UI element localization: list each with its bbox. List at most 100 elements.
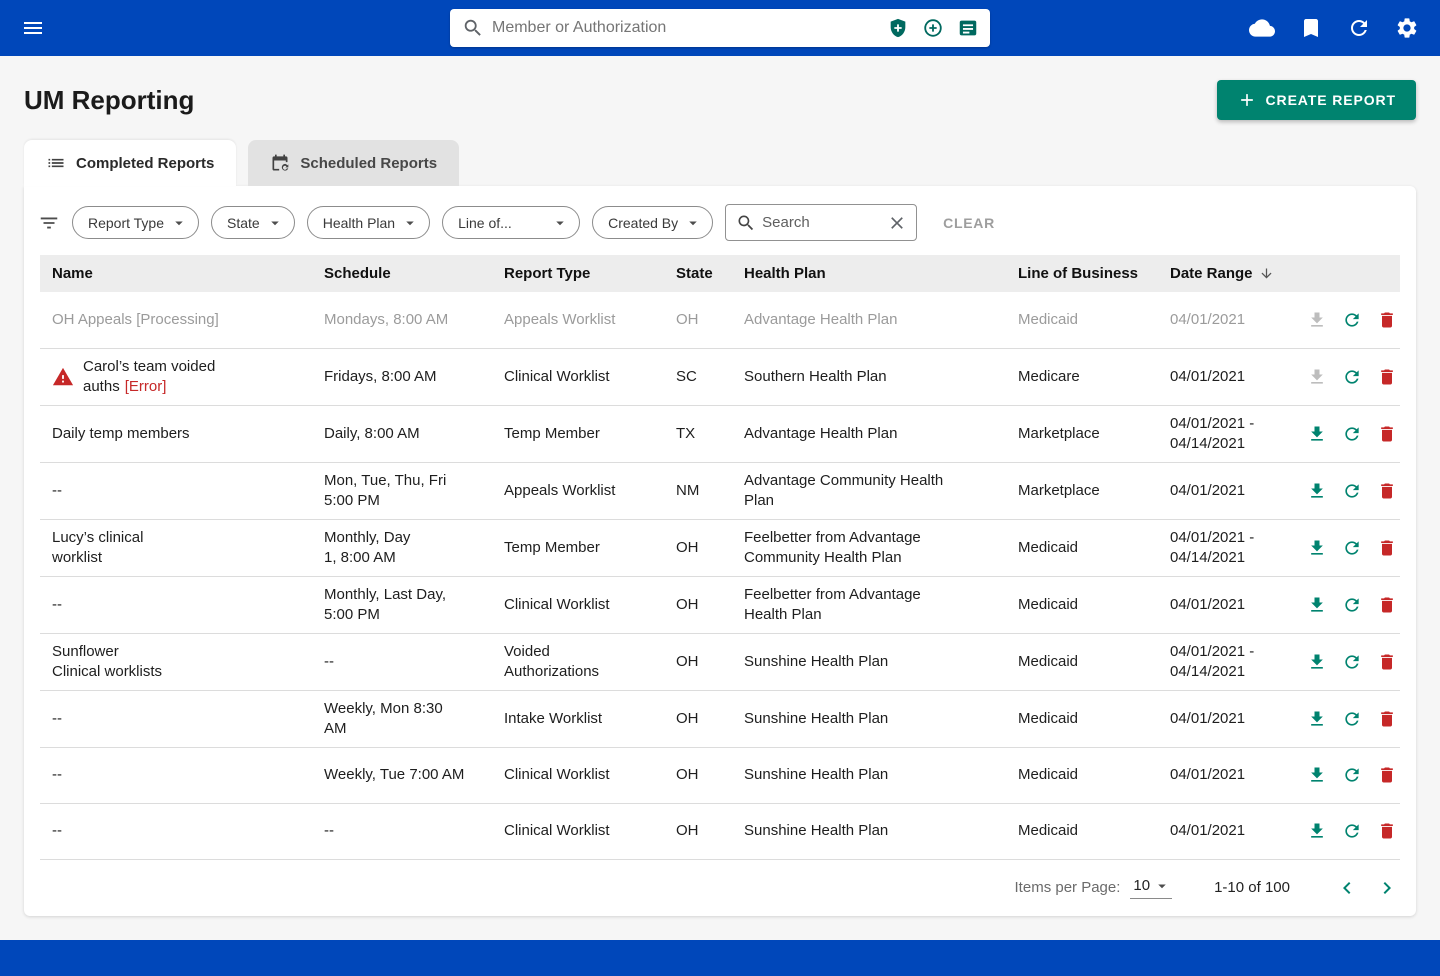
create-report-button[interactable]: CREATE REPORT <box>1216 80 1416 120</box>
topbar-actions <box>1246 12 1422 44</box>
report-state: OH <box>676 822 699 839</box>
download-report-button[interactable] <box>1304 649 1330 675</box>
report-state: NM <box>676 481 700 499</box>
report-health-plan: Sunshine Health Plan <box>744 822 889 839</box>
header-health-plan: Health Plan <box>732 255 1006 292</box>
search-icon <box>462 17 484 39</box>
delete-report-button[interactable] <box>1374 478 1400 504</box>
authorization-card-icon[interactable] <box>954 14 982 42</box>
report-health-plan: Sunshine Health Plan <box>744 652 889 670</box>
clear-filters-button[interactable]: CLEAR <box>943 215 995 231</box>
report-health-plan: Sunshine Health Plan <box>744 709 889 727</box>
report-line-of-business: Medicaid <box>1018 652 1079 670</box>
report-name: -- <box>52 822 62 839</box>
clear-search-icon[interactable] <box>884 210 910 236</box>
delete-report-button[interactable] <box>1374 307 1400 333</box>
download-report-button[interactable] <box>1304 818 1330 844</box>
table-header-row: Name Schedule Report Type State Health P… <box>40 255 1400 292</box>
rerun-report-button[interactable] <box>1339 421 1365 447</box>
rerun-report-button[interactable] <box>1339 535 1365 561</box>
add-member-shield-icon[interactable] <box>884 14 912 42</box>
download-report-button[interactable] <box>1304 592 1330 618</box>
report-type: Clinical Worklist <box>504 822 610 839</box>
delete-report-button[interactable] <box>1374 535 1400 561</box>
page-range-label: 1-10 of 100 <box>1214 879 1290 896</box>
report-name: -- <box>52 709 62 727</box>
report-date-range: 04/01/2021 <box>1170 709 1246 727</box>
report-type: Clinical Worklist <box>504 367 610 385</box>
header-line-of-business: Line of Business <box>1006 255 1158 292</box>
download-report-button[interactable] <box>1304 706 1330 732</box>
delete-report-button[interactable] <box>1374 706 1400 732</box>
header-report-type: Report Type <box>492 255 664 292</box>
settings-gear-icon[interactable] <box>1392 13 1422 43</box>
tab-completed-reports[interactable]: Completed Reports <box>24 140 237 186</box>
bookmark-icon[interactable] <box>1296 13 1326 43</box>
table-row: -- Weekly, Tue 7:00 AM Clinical Worklist… <box>40 747 1400 804</box>
report-type: Temp Member <box>504 538 600 556</box>
previous-page-button[interactable] <box>1332 873 1362 903</box>
report-state: OH <box>676 652 699 670</box>
rerun-report-button[interactable] <box>1339 592 1365 618</box>
rerun-report-button[interactable] <box>1339 364 1365 390</box>
filter-report-type[interactable]: Report Type <box>72 206 200 239</box>
menu-icon[interactable] <box>18 13 48 43</box>
filter-created-by[interactable]: Created By <box>592 206 714 239</box>
report-date-range: 04/01/2021 <box>1170 766 1246 783</box>
delete-report-button[interactable] <box>1374 364 1400 390</box>
medical-badge-icon[interactable] <box>919 14 947 42</box>
main-content: UM Reporting CREATE REPORT Completed Rep… <box>0 56 1440 940</box>
items-per-page-select[interactable]: 10 <box>1130 877 1173 899</box>
delete-report-button[interactable] <box>1374 421 1400 447</box>
cloud-icon[interactable] <box>1246 12 1278 44</box>
report-date-range: 04/01/2021 - 04/14/2021 <box>1170 528 1255 566</box>
next-page-button[interactable] <box>1372 873 1402 903</box>
rerun-report-button[interactable] <box>1339 818 1365 844</box>
rerun-report-button[interactable] <box>1339 762 1365 788</box>
table-row: -- Weekly, Mon 8:30 AM Intake Worklist O… <box>40 690 1400 748</box>
report-type: Clinical Worklist <box>504 766 610 783</box>
table-search-input[interactable] <box>762 214 879 231</box>
report-state: OH <box>676 595 699 613</box>
filter-health-plan[interactable]: Health Plan <box>306 206 431 239</box>
delete-report-button[interactable] <box>1374 818 1400 844</box>
report-health-plan: Feelbetter from Advantage Community Heal… <box>744 528 921 566</box>
report-date-range: 04/01/2021 - 04/14/2021 <box>1170 642 1255 680</box>
download-report-button[interactable] <box>1304 535 1330 561</box>
filter-state[interactable]: State <box>211 206 295 239</box>
report-name: Lucy’s clinical worklist <box>52 528 144 566</box>
reports-table-body: OH Appeals [Processing] Mondays, 8:00 AM… <box>40 292 1400 860</box>
bottom-bar <box>0 940 1440 976</box>
download-report-button[interactable] <box>1304 478 1330 504</box>
rerun-report-button[interactable] <box>1339 307 1365 333</box>
chevron-down-icon <box>266 214 284 232</box>
report-date-range: 04/01/2021 <box>1170 310 1246 328</box>
download-report-button[interactable] <box>1304 762 1330 788</box>
report-state: TX <box>676 424 696 442</box>
rerun-report-button[interactable] <box>1339 706 1365 732</box>
refresh-icon[interactable] <box>1344 13 1374 43</box>
search-icon <box>736 213 756 233</box>
table-row: -- Mon, Tue, Thu, Fri 5:00 PM Appeals Wo… <box>40 462 1400 520</box>
filter-line-of-business[interactable]: Line of... <box>442 206 581 239</box>
header-actions <box>1296 255 1400 292</box>
report-line-of-business: Medicaid <box>1018 766 1079 783</box>
report-name: -- <box>52 595 62 613</box>
global-search-input[interactable] <box>492 19 876 37</box>
delete-report-button[interactable] <box>1374 762 1400 788</box>
report-type: Clinical Worklist <box>504 595 610 613</box>
rerun-report-button[interactable] <box>1339 649 1365 675</box>
report-date-range: 04/01/2021 <box>1170 595 1246 613</box>
report-state: OH <box>676 709 699 727</box>
chevron-down-icon <box>684 214 702 232</box>
download-report-button[interactable] <box>1304 364 1330 390</box>
delete-report-button[interactable] <box>1374 592 1400 618</box>
download-report-button[interactable] <box>1304 421 1330 447</box>
delete-report-button[interactable] <box>1374 649 1400 675</box>
table-row: Daily temp members Daily, 8:00 AM Temp M… <box>40 405 1400 463</box>
rerun-report-button[interactable] <box>1339 478 1365 504</box>
report-schedule: Mon, Tue, Thu, Fri 5:00 PM <box>324 471 447 509</box>
tab-scheduled-reports[interactable]: Scheduled Reports <box>248 140 460 186</box>
download-report-button[interactable] <box>1304 307 1330 333</box>
header-date-range[interactable]: Date Range <box>1158 255 1296 292</box>
